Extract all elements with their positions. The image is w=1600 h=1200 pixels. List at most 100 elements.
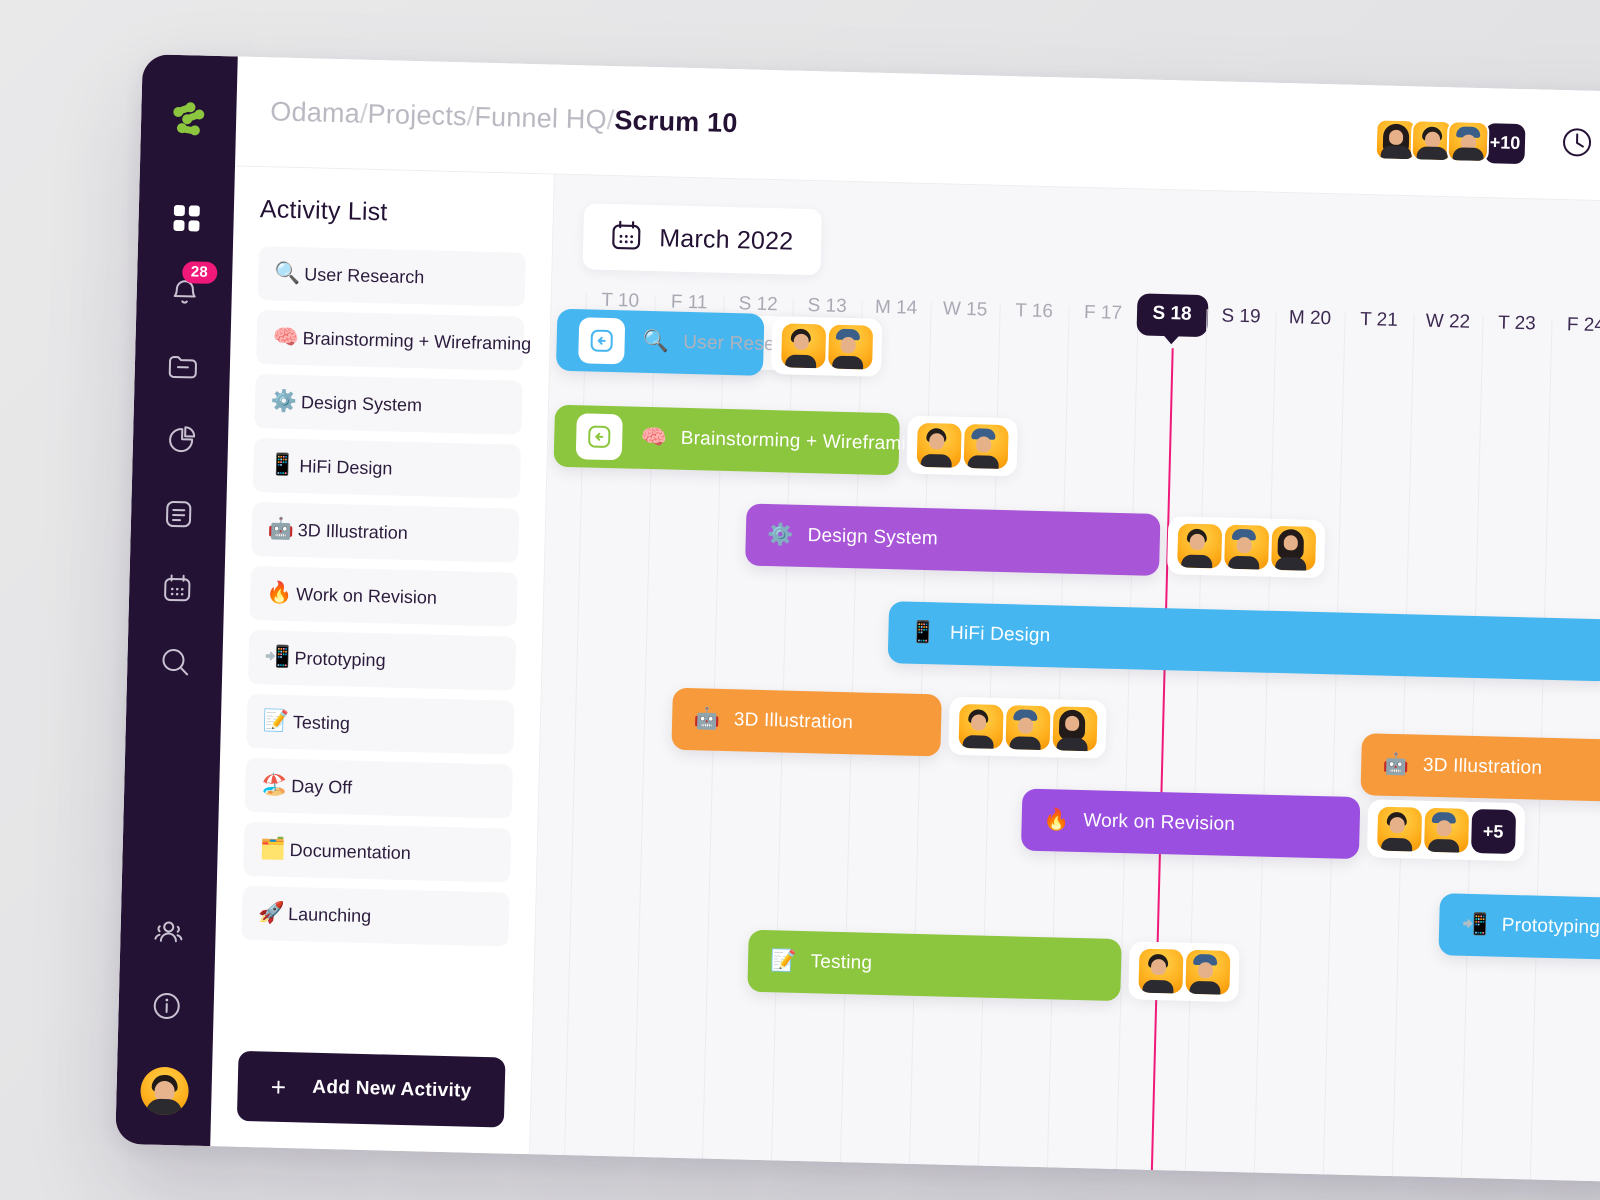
activity-list-title: Activity List	[259, 195, 388, 227]
sidebar-item-dashboard[interactable]	[163, 195, 210, 242]
activity-items: 🔍 User Research 🧠 Brainstorming + Wireframi…	[241, 246, 531, 947]
avatar	[917, 422, 963, 468]
screenshot-stage: 28 Odama/Projects/Funnel HQ/Scrum 10 +10…	[0, 0, 1600, 1200]
activity-item-label: Documentation	[289, 839, 412, 863]
gantt-bar[interactable]: ⚙️ Design System	[744, 503, 1161, 576]
bar-emoji: 📱	[909, 620, 937, 645]
sidebar-item-search[interactable]	[151, 639, 198, 686]
bar-assignees[interactable]	[771, 316, 883, 377]
sidebar-item-calendar[interactable]	[153, 565, 200, 612]
sidebar-item-notifications[interactable]: 28	[161, 261, 218, 316]
activity-item[interactable]: 🧠 Brainstorming + Wireframing	[256, 310, 531, 371]
breadcrumb-item-2[interactable]: Funnel HQ	[474, 102, 607, 135]
member-avatar-stack[interactable]: +10	[1374, 117, 1528, 166]
sidebar-item-info[interactable]	[143, 982, 190, 1029]
avatar-body	[145, 1098, 182, 1116]
gantt-bar[interactable]: 🤖 3D Illustration	[670, 687, 942, 757]
activity-item[interactable]: 🔥 Work on Revision	[249, 565, 518, 627]
bar-assignees[interactable]	[948, 696, 1107, 759]
gantt-bar[interactable]: 📲 Prototyping	[1438, 893, 1600, 961]
bar-resize-handle[interactable]	[576, 413, 624, 461]
calendar-icon	[611, 220, 642, 256]
gantt-bar-row: 📲 Prototyping	[1438, 891, 1600, 962]
bar-label: Testing	[810, 951, 873, 974]
activity-item[interactable]: 📱 HiFi Design	[252, 438, 522, 499]
month-selector[interactable]: March 2022	[582, 203, 823, 276]
gantt-bar[interactable]: 🔥 Work on Revision	[1020, 788, 1360, 860]
activity-item[interactable]: 📝 Testing	[246, 693, 515, 755]
bar-emoji: 🔍	[642, 329, 670, 354]
fire-emoji: 🔥	[265, 581, 293, 606]
calendar-icon	[162, 574, 191, 603]
avatar	[1223, 524, 1269, 570]
gantt-bar[interactable]: 🔍 User Research	[556, 308, 813, 376]
gantt-bar[interactable]: 🤖 3D Illustration	[1360, 733, 1600, 803]
breadcrumb-item-0[interactable]: Odama	[270, 96, 360, 128]
odama-logo	[166, 99, 211, 144]
avatar	[828, 324, 874, 370]
bar-emoji: 📲	[1461, 912, 1489, 937]
gantt-bar[interactable]: 🧠 Brainstorming + Wireframing	[553, 404, 928, 476]
activity-item[interactable]: 🚀 Launching	[241, 885, 510, 947]
search-icon	[160, 647, 191, 678]
add-new-activity-button[interactable]: + Add New Activity	[236, 1050, 506, 1128]
info-icon	[151, 991, 182, 1022]
activity-item[interactable]: 🗂️ Documentation	[243, 821, 512, 883]
bar-resize-handle[interactable]	[578, 317, 626, 365]
bar-assignees[interactable]	[1128, 941, 1240, 1003]
avatar	[1052, 706, 1098, 752]
app-window: 28 Odama/Projects/Funnel HQ/Scrum 10 +10…	[115, 54, 1600, 1184]
gantt-bars: 🔍 User Research 🧠 Brainstorming + Wireframi…	[530, 293, 1600, 1184]
avatar	[963, 424, 1010, 470]
avatar	[1138, 948, 1184, 994]
bar-emoji: 🤖	[1382, 752, 1410, 777]
gantt-bar-row: ⚙️ Design System	[744, 502, 1325, 579]
bar-assignees[interactable]	[1166, 516, 1325, 579]
gantt-bar-row: 🤖 3D Illustration	[1360, 731, 1600, 804]
activity-item[interactable]: ⚙️ Design System	[254, 374, 523, 435]
sidebar-item-reports[interactable]	[157, 417, 204, 464]
avatar	[1376, 806, 1422, 852]
gantt-bar-row: 📝 Testing	[747, 928, 1240, 1003]
bar-assignees[interactable]	[906, 415, 1019, 477]
memo-emoji: 📝	[262, 709, 290, 733]
bar-emoji: 🔥	[1042, 808, 1070, 832]
magnifier-emoji: 🔍	[274, 261, 301, 286]
gantt-bar-row: 📱 HiFi Design	[887, 599, 1600, 683]
activity-item[interactable]: 🏖️ Day Off	[244, 757, 513, 819]
activity-item-label: HiFi Design	[299, 455, 393, 479]
gear-emoji: ⚙️	[270, 389, 298, 414]
activity-item[interactable]: 🤖 3D Illustration	[251, 502, 520, 563]
assignees-overflow-badge[interactable]: +5	[1470, 808, 1516, 855]
sidebar-item-documents[interactable]	[155, 491, 202, 538]
avatar	[1176, 523, 1222, 569]
avatar	[1005, 705, 1051, 751]
members-overflow-badge[interactable]: +10	[1482, 120, 1528, 166]
content-area: Odama/Projects/Funnel HQ/Scrum 10 +10 Ac…	[210, 56, 1600, 1184]
robot-emoji: 🤖	[267, 517, 295, 542]
bar-emoji: 🧠	[640, 425, 668, 450]
brain-emoji: 🧠	[272, 325, 300, 350]
gantt-bar[interactable]: 📝 Testing	[747, 929, 1122, 1002]
activity-item-label: Prototyping	[294, 647, 386, 670]
bar-label: 3D Illustration	[733, 709, 854, 734]
month-label: March 2022	[658, 223, 794, 256]
avatar	[1423, 807, 1469, 853]
bar-assignees[interactable]: +5	[1366, 799, 1525, 862]
card-index-emoji: 🗂️	[259, 837, 287, 861]
activity-item[interactable]: 🔍 User Research	[257, 246, 526, 307]
history-button[interactable]	[1556, 124, 1597, 165]
breadcrumb-item-current: Scrum 10	[614, 105, 738, 139]
bar-label: Work on Revision	[1083, 810, 1236, 835]
activity-item[interactable]: 📲 Prototyping	[247, 629, 517, 691]
main-split: Activity List 🔍 User Research 🧠 Brainstormi…	[210, 166, 1600, 1184]
beach-emoji: 🏖️	[261, 773, 288, 797]
gantt-bar[interactable]: 📱 HiFi Design	[887, 601, 1600, 682]
avatar	[958, 703, 1004, 750]
sidebar-item-projects[interactable]	[159, 343, 206, 390]
breadcrumb-item-1[interactable]: Projects	[367, 99, 467, 131]
phone-emoji: 📱	[269, 453, 296, 478]
sidebar-item-team[interactable]	[145, 908, 192, 955]
current-user-avatar[interactable]	[139, 1066, 189, 1116]
activity-item-label: 3D Illustration	[297, 519, 409, 543]
